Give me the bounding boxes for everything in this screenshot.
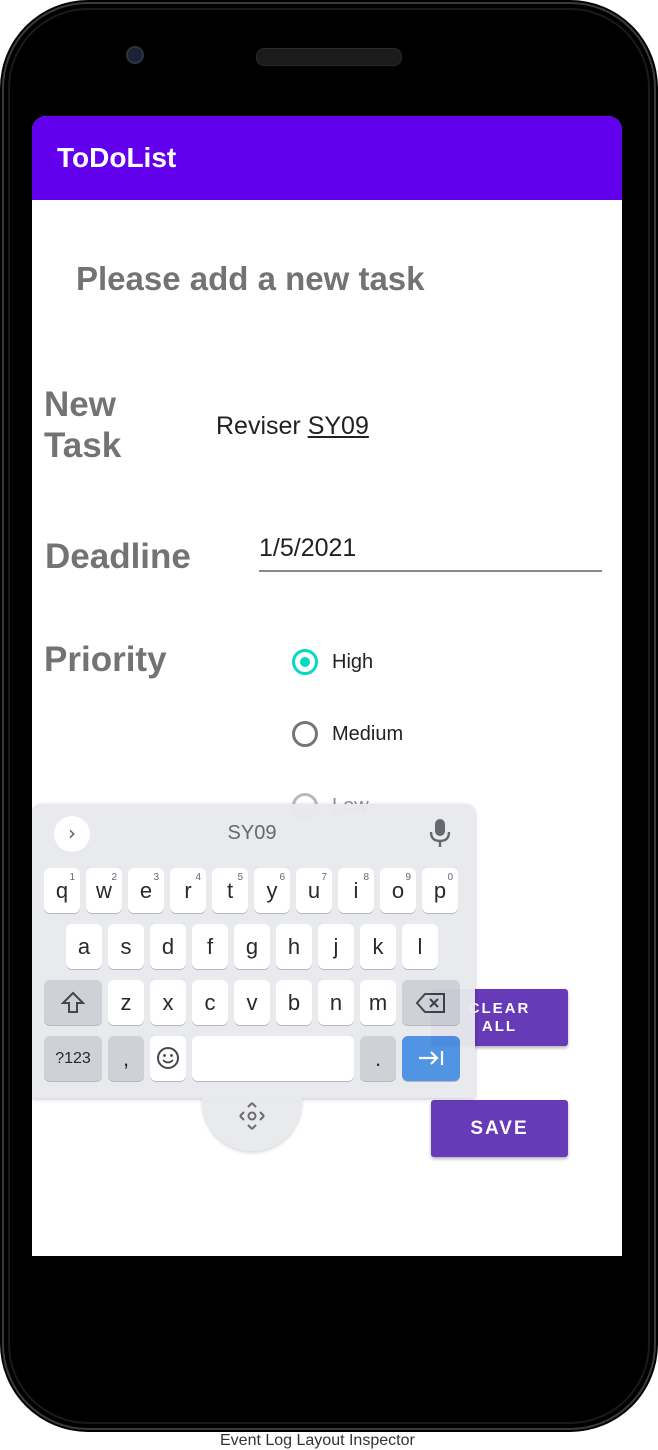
key-h[interactable]: h <box>276 924 312 969</box>
radio-checked-icon[interactable] <box>292 649 318 675</box>
key-v[interactable]: v <box>234 980 270 1025</box>
symbols-key[interactable]: ?123 <box>44 1036 102 1081</box>
key-label: q <box>55 878 69 903</box>
app-title: ToDoList <box>57 142 177 173</box>
key-label: y <box>266 878 278 903</box>
new-task-value: Reviser <box>216 412 308 440</box>
save-button[interactable]: SAVE <box>431 1100 568 1157</box>
key-hint: 3 <box>153 872 159 883</box>
key-label: u <box>307 878 321 903</box>
key-w[interactable]: w2 <box>86 868 122 913</box>
period-key[interactable]: . <box>360 1036 396 1081</box>
ide-bottom-bar-text: Event Log Layout Inspector <box>220 1432 415 1449</box>
key-a[interactable]: a <box>66 924 102 969</box>
key-u[interactable]: u7 <box>296 868 332 913</box>
key-l[interactable]: l <box>402 924 438 969</box>
key-hint: 5 <box>237 872 243 883</box>
chevron-right-icon[interactable]: › <box>54 816 90 852</box>
key-hint: 6 <box>279 872 285 883</box>
shift-icon <box>60 991 86 1013</box>
key-x[interactable]: x <box>150 980 186 1025</box>
key-hint: 9 <box>405 872 411 883</box>
tab-arrow-icon <box>419 1051 444 1065</box>
key-hint: 4 <box>195 872 201 883</box>
backspace-key[interactable] <box>402 980 460 1025</box>
deadline-input[interactable]: 1/5/2021 <box>259 534 602 572</box>
key-label: r <box>184 878 192 903</box>
priority-high-label: High <box>332 650 374 673</box>
key-n[interactable]: n <box>318 980 354 1025</box>
deadline-value: 1/5/2021 <box>259 534 357 562</box>
key-p[interactable]: p0 <box>422 868 458 913</box>
key-i[interactable]: i8 <box>338 868 374 913</box>
app-bar: ToDoList <box>32 116 622 200</box>
key-o[interactable]: o9 <box>380 868 416 913</box>
new-task-input[interactable]: Reviser SY09 <box>216 412 369 441</box>
key-m[interactable]: m <box>360 980 396 1025</box>
key-k[interactable]: k <box>360 924 396 969</box>
backspace-icon <box>415 993 445 1013</box>
key-s[interactable]: s <box>108 924 144 969</box>
priority-medium-option[interactable]: Medium <box>292 718 403 750</box>
new-task-composing-word: SY09 <box>307 412 369 440</box>
key-label: i <box>353 878 359 903</box>
priority-high-option[interactable]: High <box>292 646 373 678</box>
soft-keyboard: › SY09 q1 w2 e3 r4 t5 y6 u7 i8 o9 p0 a s… <box>32 804 475 1098</box>
key-e[interactable]: e3 <box>128 868 164 913</box>
key-y[interactable]: y6 <box>254 868 290 913</box>
key-f[interactable]: f <box>192 924 228 969</box>
new-task-label: New Task <box>44 385 122 465</box>
key-g[interactable]: g <box>234 924 270 969</box>
key-label: p <box>433 878 447 903</box>
key-hint: 0 <box>447 872 453 883</box>
key-hint: 1 <box>69 872 75 883</box>
emoji-key[interactable] <box>150 1036 186 1081</box>
radio-unchecked-icon[interactable] <box>292 721 318 747</box>
shift-key[interactable] <box>44 980 102 1025</box>
key-hint: 8 <box>363 872 369 883</box>
key-label: e <box>139 878 153 903</box>
space-key[interactable] <box>192 1036 354 1081</box>
keyboard-toolbar: › SY09 <box>32 804 475 860</box>
next-key[interactable] <box>402 1036 460 1081</box>
priority-label: Priority <box>44 640 167 679</box>
key-b[interactable]: b <box>276 980 312 1025</box>
key-q[interactable]: q1 <box>44 868 80 913</box>
emoji-icon <box>157 1047 179 1069</box>
key-label: o <box>391 878 405 903</box>
microphone-icon[interactable] <box>428 818 452 848</box>
comma-key[interactable]: , <box>108 1036 144 1081</box>
key-label: t <box>226 878 234 903</box>
deadline-label: Deadline <box>45 537 191 576</box>
priority-medium-label: Medium <box>332 722 404 745</box>
key-t[interactable]: t5 <box>212 868 248 913</box>
key-j[interactable]: j <box>318 924 354 969</box>
key-d[interactable]: d <box>150 924 186 969</box>
earpiece-speaker <box>256 48 402 66</box>
key-hint: 7 <box>321 872 327 883</box>
form-heading: Please add a new task <box>76 260 425 297</box>
keyboard-suggestion[interactable]: SY09 <box>192 822 312 845</box>
key-label: w <box>96 878 112 903</box>
phone-frame: ToDoList Please add a new task New Task … <box>0 0 658 1432</box>
key-hint: 2 <box>111 872 117 883</box>
front-camera <box>126 46 144 64</box>
key-c[interactable]: c <box>192 980 228 1025</box>
key-r[interactable]: r4 <box>170 868 206 913</box>
move-icon <box>239 1102 265 1130</box>
key-z[interactable]: z <box>108 980 144 1025</box>
